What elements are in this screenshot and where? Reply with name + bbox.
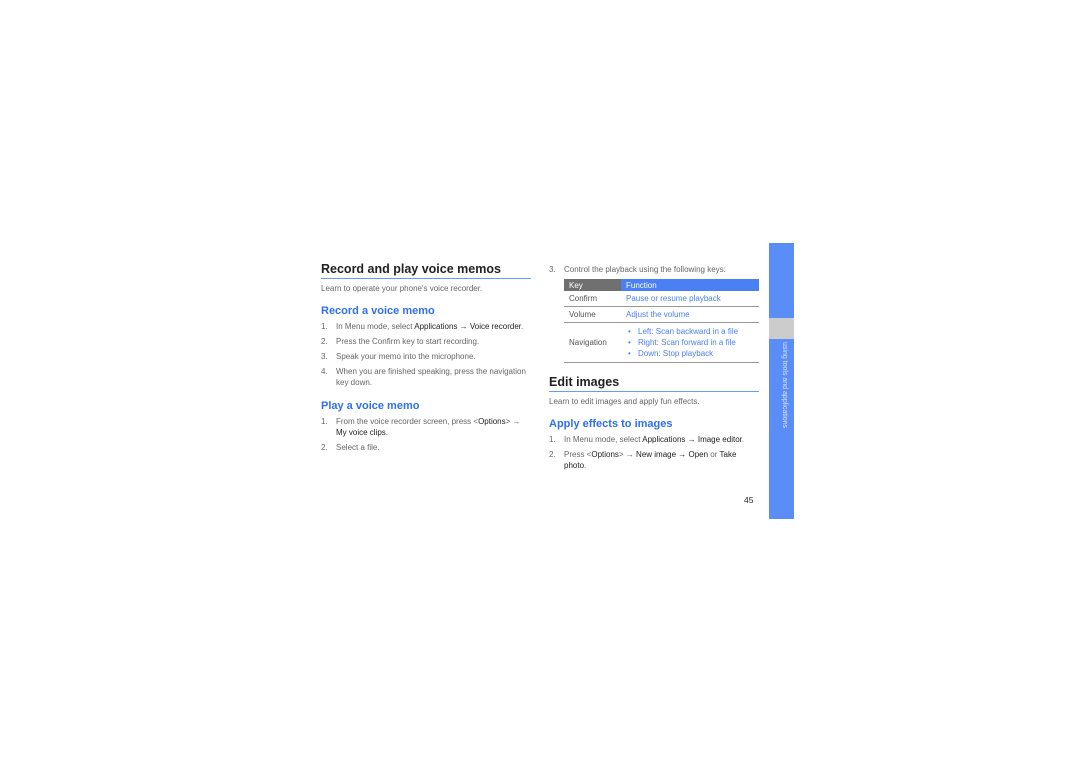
function-cell: Left: Scan backward in a file Right: Sca…: [621, 322, 759, 363]
subheading-record-voice-memo: Record a voice memo: [321, 305, 435, 317]
playback-step: 3. Control the playback using the followi…: [549, 264, 759, 275]
step-number: 1.: [321, 417, 328, 426]
table-row: Volume Adjust the volume: [564, 306, 759, 323]
step-text: > →: [618, 450, 637, 459]
step-text: Press <: [564, 450, 592, 459]
step-bold: New image → Open: [636, 450, 709, 459]
left-column: Record and play voice memos Learn to ope…: [321, 262, 531, 457]
step-bold: Applications → Image editor: [642, 435, 742, 444]
step-text: .: [584, 461, 587, 470]
record-steps: 1. In Menu mode, select Applications → Vo…: [321, 321, 531, 388]
section-intro: Learn to operate your phone's voice reco…: [321, 284, 483, 293]
chapter-tab-marker: [769, 318, 794, 339]
key-cell: Volume: [564, 306, 621, 323]
bullet-item: Left: Scan backward in a file: [626, 326, 754, 337]
step-number: 1.: [549, 435, 556, 444]
step-item: 3. Control the playback using the followi…: [549, 264, 759, 275]
navigation-functions: Left: Scan backward in a file Right: Sca…: [626, 326, 754, 359]
right-column: 3. Control the playback using the followi…: [549, 262, 759, 475]
step-text: In Menu mode, select: [564, 435, 643, 444]
table-row: Confirm Pause or resume playback: [564, 291, 759, 307]
step-bold: Applications → Voice recorder: [414, 322, 521, 331]
play-steps: 1. From the voice recorder screen, press …: [321, 416, 531, 453]
step-text: or: [708, 450, 720, 459]
header-function: Function: [621, 279, 759, 291]
function-cell: Pause or resume playback: [621, 291, 759, 307]
table-row: Navigation Left: Scan backward in a file…: [564, 322, 759, 363]
step-text: .: [385, 428, 389, 437]
bullet-item: Right: Scan forward in a file: [626, 337, 754, 348]
key-cell: Navigation: [564, 322, 621, 363]
step-text: Control the playback using the following…: [564, 265, 726, 274]
step-item: 4. When you are finished speaking, press …: [321, 366, 531, 388]
step-text: > →: [505, 417, 521, 426]
section-title-record-play: Record and play voice memos: [321, 262, 531, 279]
bullet-item: Down: Stop playback: [626, 348, 754, 359]
step-text: Select a file.: [336, 443, 380, 452]
step-item: 2. Select a file.: [321, 442, 531, 453]
step-number: 1.: [321, 322, 328, 331]
step-item: 2. Press <Options> → New image → Open or …: [549, 449, 759, 471]
function-cell: Adjust the volume: [621, 306, 759, 323]
step-text: .: [521, 322, 524, 331]
subheading-play-voice-memo: Play a voice memo: [321, 400, 420, 412]
step-text: Speak your memo into the microphone.: [336, 352, 476, 361]
page-number: 45: [744, 495, 754, 505]
playback-keys-table: Key Function Confirm Pause or resume pla…: [564, 279, 759, 363]
header-key: Key: [564, 279, 621, 291]
step-item: 3. Speak your memo into the microphone.: [321, 351, 531, 362]
step-item: 1. In Menu mode, select Applications → Im…: [549, 434, 759, 445]
step-number: 4.: [321, 367, 328, 376]
step-text: When you are finished speaking, press th…: [336, 367, 526, 387]
chapter-tab-label: using tools and applications: [781, 342, 788, 429]
step-text: Press the Confirm key to start recording…: [336, 337, 480, 346]
step-number: 3.: [549, 265, 556, 274]
key-cell: Confirm: [564, 291, 621, 307]
step-text: In Menu mode, select: [336, 322, 415, 331]
section-intro: Learn to edit images and apply fun effec…: [549, 397, 700, 406]
step-number: 2.: [549, 450, 556, 459]
step-number: 2.: [321, 443, 328, 452]
step-number: 2.: [321, 337, 328, 346]
step-bold: My voice clips: [336, 428, 386, 437]
step-bold: Options: [591, 450, 619, 459]
step-text: From the voice recorder screen, press <: [336, 417, 479, 426]
edit-steps: 1. In Menu mode, select Applications → Im…: [549, 434, 759, 471]
section-title-edit-images: Edit images: [549, 375, 759, 392]
step-item: 2. Press the Confirm key to start recordi…: [321, 336, 531, 347]
subheading-apply-effects: Apply effects to images: [549, 418, 673, 430]
step-bold: Options: [478, 417, 506, 426]
table-header-row: Key Function: [564, 279, 759, 291]
step-text: .: [741, 435, 745, 444]
step-number: 3.: [321, 352, 328, 361]
step-item: 1. From the voice recorder screen, press …: [321, 416, 531, 438]
step-item: 1. In Menu mode, select Applications → Vo…: [321, 321, 531, 332]
